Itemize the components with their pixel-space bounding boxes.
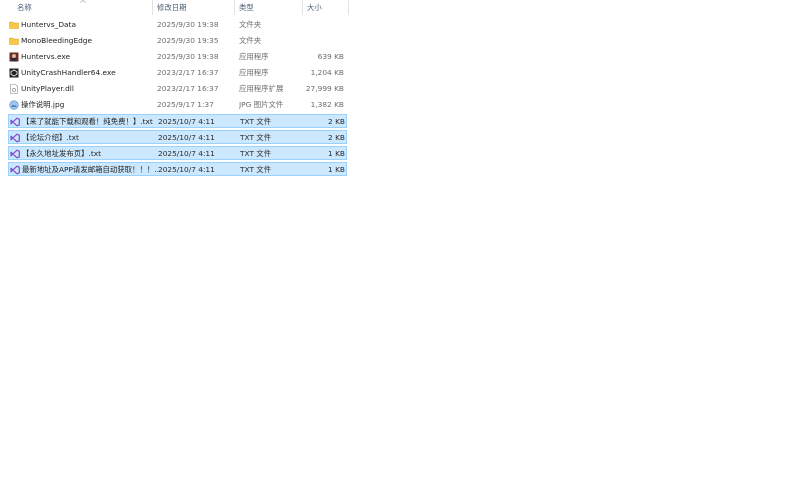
file-row-selected[interactable]: 【永久地址发布页】.txt 2025/10/7 4:11 TXT 文件 1 KB — [8, 146, 347, 160]
file-size: 1,382 KB — [310, 100, 344, 109]
file-size: 1,204 KB — [310, 68, 344, 77]
file-date: 2025/9/30 19:38 — [157, 52, 219, 61]
file-size: 27,999 KB — [305, 84, 344, 93]
file-size: 1 KB — [328, 149, 345, 158]
file-size — [278, 34, 344, 48]
file-name: 【永久地址发布页】.txt — [22, 149, 102, 158]
file-size: 639 KB — [317, 52, 344, 61]
file-name: 最新地址及APP请发邮箱自动获取！！！... — [22, 165, 158, 174]
column-divider[interactable] — [234, 0, 235, 15]
file-date: 2023/2/17 16:37 — [157, 68, 219, 77]
file-date: 2025/10/7 4:11 — [158, 149, 215, 158]
game-exe-icon — [9, 52, 19, 62]
file-row[interactable]: Huntervs_Data 2025/9/30 19:38 文件夹 — [8, 18, 347, 32]
visual-studio-text-icon — [10, 165, 20, 175]
unity-exe-icon — [9, 68, 19, 78]
column-divider[interactable] — [302, 0, 303, 15]
visual-studio-text-icon — [10, 149, 20, 159]
file-size: 2 KB — [328, 133, 345, 142]
column-header-name[interactable]: 名称 — [17, 0, 32, 15]
file-row-selected[interactable]: 【来了就能下载和观看！纯免费！】.txt 2025/10/7 4:11 TXT … — [8, 114, 347, 128]
file-row-selected[interactable]: 【论坛介绍】.txt 2025/10/7 4:11 TXT 文件 2 KB — [8, 130, 347, 144]
file-size: 1 KB — [328, 165, 345, 174]
file-row[interactable]: MonoBleedingEdge 2025/9/30 19:35 文件夹 — [8, 34, 347, 48]
file-name: Huntervs.exe — [21, 52, 71, 61]
dll-file-icon — [9, 84, 19, 94]
sort-ascending-icon — [80, 0, 86, 3]
file-row[interactable]: Huntervs.exe 2025/9/30 19:38 应用程序 639 KB — [8, 50, 347, 64]
file-row-selected[interactable]: 最新地址及APP请发邮箱自动获取！！！... 2025/10/7 4:11 TX… — [8, 162, 347, 176]
folder-icon — [9, 20, 19, 30]
folder-icon — [9, 36, 19, 46]
column-header-date[interactable]: 修改日期 — [157, 0, 187, 15]
file-row[interactable]: UnityPlayer.dll 2023/2/17 16:37 应用程序扩展 2… — [8, 82, 347, 96]
file-name: 【来了就能下载和观看！纯免费！】.txt — [22, 117, 153, 126]
file-date: 2025/9/30 19:38 — [157, 20, 219, 29]
file-date: 2025/10/7 4:11 — [158, 117, 215, 126]
column-divider[interactable] — [152, 0, 153, 15]
file-size: 2 KB — [328, 117, 345, 126]
visual-studio-text-icon — [10, 117, 20, 127]
file-row[interactable]: UnityCrashHandler64.exe 2023/2/17 16:37 … — [8, 66, 347, 80]
file-row[interactable]: 操作说明.jpg 2025/9/17 1:37 JPG 图片文件 1,382 K… — [8, 98, 347, 112]
file-size — [278, 18, 344, 32]
file-name: UnityCrashHandler64.exe — [21, 68, 116, 77]
file-name: UnityPlayer.dll — [21, 84, 74, 93]
file-name: MonoBleedingEdge — [21, 36, 93, 45]
file-date: 2023/2/17 16:37 — [157, 84, 219, 93]
file-name: 【论坛介绍】.txt — [22, 133, 79, 142]
image-file-icon — [9, 100, 19, 110]
file-name: 操作说明.jpg — [21, 100, 65, 109]
file-date: 2025/9/30 19:35 — [157, 36, 219, 45]
file-date: 2025/10/7 4:11 — [158, 133, 215, 142]
column-header-type[interactable]: 类型 — [239, 0, 254, 15]
column-divider[interactable] — [348, 0, 349, 15]
file-date: 2025/10/7 4:11 — [158, 165, 215, 174]
visual-studio-text-icon — [10, 133, 20, 143]
file-date: 2025/9/17 1:37 — [157, 100, 214, 109]
column-header-size[interactable]: 大小 — [307, 0, 322, 15]
column-header-bar: 名称 修改日期 类型 大小 — [0, 0, 800, 15]
file-name: Huntervs_Data — [21, 20, 76, 29]
